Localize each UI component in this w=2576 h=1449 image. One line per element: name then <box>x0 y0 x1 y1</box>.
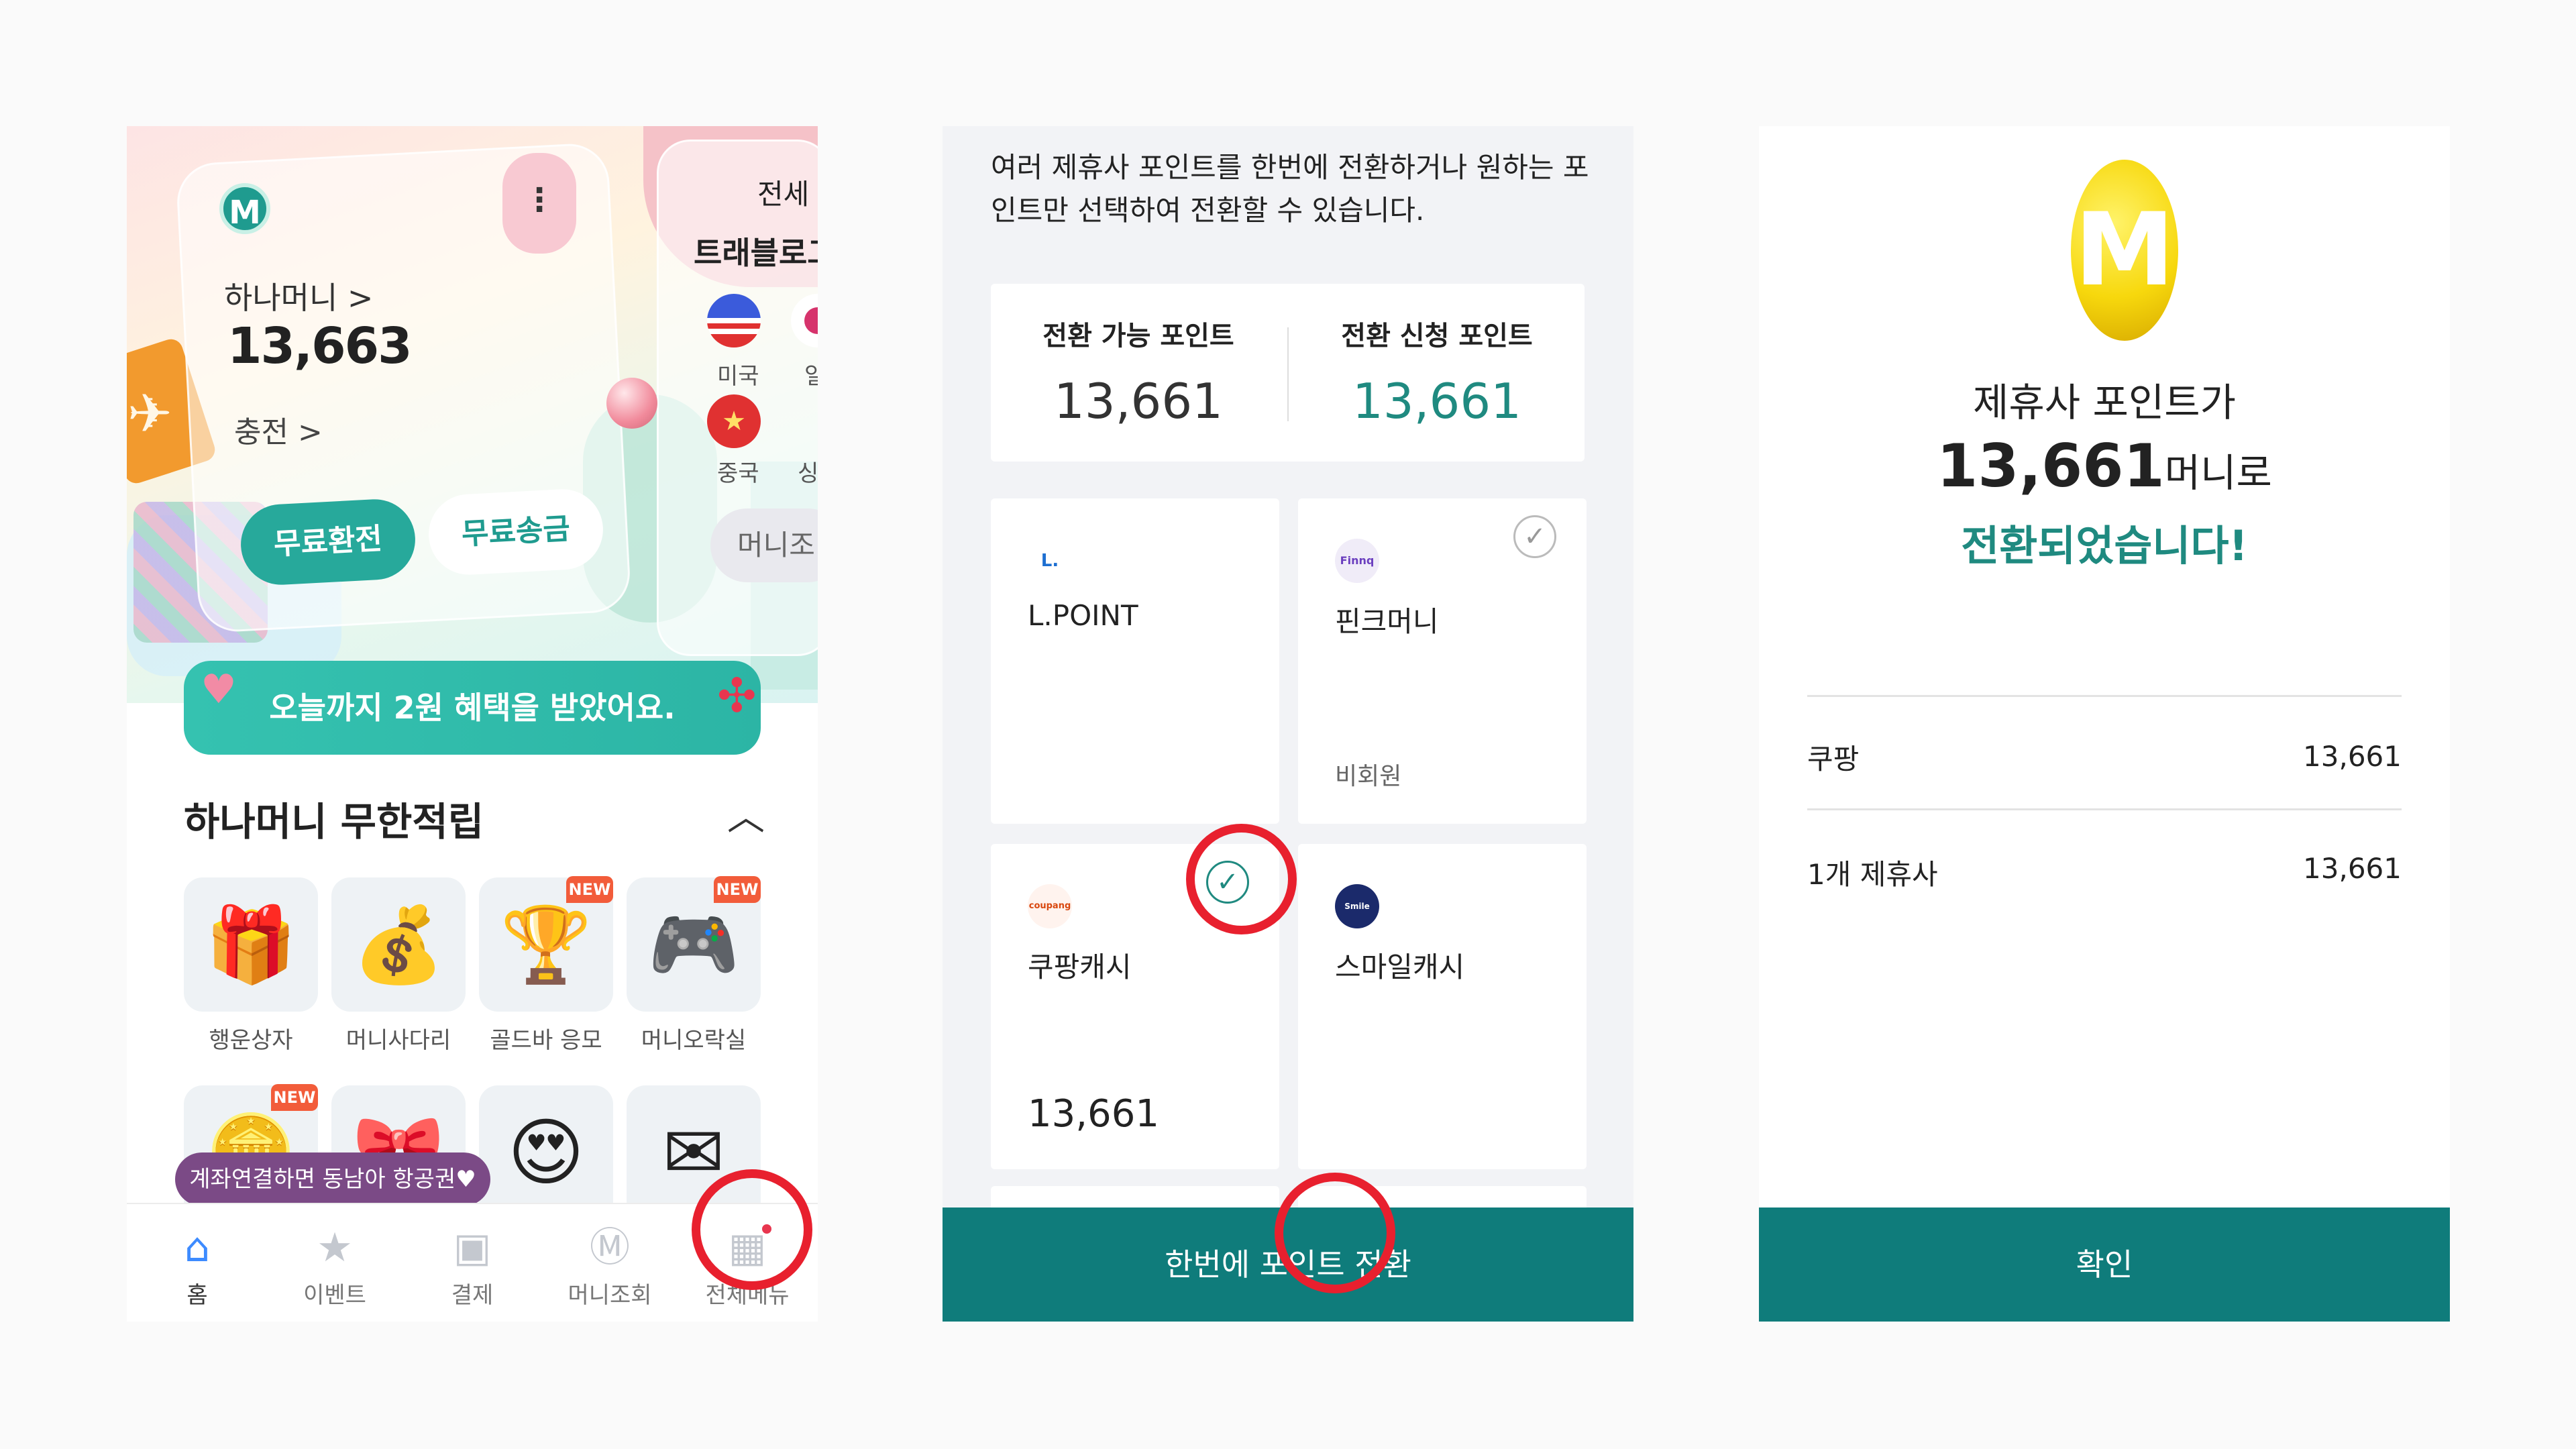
tab-label: 머니조회 <box>568 1282 652 1309</box>
scan-icon: ▣ <box>453 1224 492 1271</box>
divider <box>1807 808 2402 810</box>
free-exchange-button[interactable]: 무료환전 <box>239 497 417 587</box>
row-label: 1개 제휴사 <box>1807 858 1938 891</box>
available-points-label: 전환 가능 포인트 <box>1042 321 1234 352</box>
divider <box>1287 327 1289 421</box>
more-options-icon[interactable]: ⋮ <box>502 153 576 254</box>
complete-message-line3: 전환되었습니다! <box>1961 521 2248 570</box>
chevron-up-icon[interactable]: ︿ <box>727 787 765 841</box>
new-badge: NEW <box>566 876 613 903</box>
tile-label: 머니사다리 <box>345 1027 451 1054</box>
partner-status: 비회원 <box>1335 763 1402 790</box>
heart-icon: ♥ <box>201 666 237 713</box>
divider <box>1807 695 2402 697</box>
tab-home[interactable]: ⌂ 홈 <box>130 1224 264 1309</box>
tab-payment[interactable]: ▣ 결제 <box>405 1224 539 1309</box>
partner-name: 핀크머니 <box>1335 605 1439 638</box>
row-value: 13,661 <box>2303 740 2402 773</box>
requested-points: 전환 신청 포인트 13,661 <box>1289 314 1585 429</box>
smilecash-logo-icon: Smile Cash <box>1335 884 1379 955</box>
partner-card-finnq[interactable]: Finnq ✓ 핀크머니 비회원 <box>1298 498 1587 824</box>
pinwheel-icon: ✣ <box>717 668 757 723</box>
highlight-circle <box>692 1169 812 1290</box>
partner-points: 13,661 <box>1028 1092 1159 1136</box>
point-conversion-screen: 여러 제휴사 포인트를 한번에 전환하거나 원하는 포인트만 선택하여 전환할 … <box>943 126 1633 1322</box>
star-icon: ★ <box>317 1224 353 1271</box>
tile-label: 머니오락실 <box>641 1027 747 1054</box>
side-card-label: 전세 <box>757 178 810 211</box>
money-coin-icon: M <box>2071 160 2178 341</box>
lpoint-logo-icon: L. <box>1028 539 1072 583</box>
available-points: 전환 가능 포인트 13,661 <box>991 314 1286 429</box>
row-value: 13,661 <box>2303 852 2402 885</box>
money-ladder-tile[interactable]: 💰 <box>331 877 466 1012</box>
tab-label: 결제 <box>451 1282 494 1309</box>
tab-label: 이벤트 <box>303 1282 366 1309</box>
china-flag-icon[interactable]: ★ <box>707 394 761 448</box>
us-flag-icon[interactable] <box>707 294 761 347</box>
home-icon: ⌂ <box>184 1224 211 1271</box>
conversion-complete-screen: M 제휴사 포인트가 13,661머니로 전환되었습니다! 쿠팡 13,661 … <box>1759 126 2450 1322</box>
balance-value: 13,663 <box>227 317 413 375</box>
hana-money-home-screen: ✈ M ⋮ 하나머니 > 13,663 충전 > 무료환전 무료송금 전세 트래… <box>127 126 818 1322</box>
partner-name: 스마일캐시 <box>1335 951 1465 983</box>
tab-money-check[interactable]: Ⓜ 머니조회 <box>543 1224 677 1309</box>
country-label: 중국 <box>717 460 759 487</box>
points-summary: 전환 가능 포인트 13,661 전환 신청 포인트 13,661 <box>991 284 1585 462</box>
charge-link[interactable]: 충전 > <box>234 408 323 451</box>
coupang-logo-icon: coupang <box>1028 884 1072 928</box>
requested-points-value: 13,661 <box>1352 373 1521 429</box>
partner-card-lpoint[interactable]: L. L.POINT <box>991 498 1279 824</box>
money-check-pill[interactable]: 머니조 <box>710 508 818 582</box>
available-points-value: 13,661 <box>1054 373 1223 429</box>
tile-label: 행운상자 <box>209 1027 293 1054</box>
requested-points-label: 전환 신청 포인트 <box>1341 321 1533 352</box>
partner-name: L.POINT <box>1028 599 1138 632</box>
conversion-description: 여러 제휴사 포인트를 한번에 전환하거나 원하는 포인트만 선택하여 전환할 … <box>991 151 1589 227</box>
hana-money-logo-icon: M <box>219 183 270 234</box>
partner-name: 쿠팡캐시 <box>1028 951 1132 983</box>
complete-message-line2: 13,661머니로 <box>1759 431 2450 500</box>
partner-card-smilecash[interactable]: Smile Cash 스마일캐시 <box>1298 844 1587 1169</box>
balance-title-link[interactable]: 하나머니 > <box>224 274 373 318</box>
decor-ball <box>606 378 657 429</box>
travel-log-title: 트래블로그 <box>694 235 818 271</box>
section-title: 하나머니 무한적립 <box>184 799 484 845</box>
row-label: 쿠팡 <box>1807 743 1860 775</box>
amount-suffix: 머니로 <box>2164 450 2272 496</box>
country-label: 미국 <box>717 363 759 390</box>
new-badge: NEW <box>271 1084 318 1111</box>
confirm-button[interactable]: 확인 <box>1759 1208 2450 1322</box>
converted-amount: 13,661 <box>1937 431 2165 500</box>
new-badge: NEW <box>714 876 761 903</box>
country-label: 일 <box>804 363 818 390</box>
benefit-banner[interactable]: 오늘까지 2원 혜택을 받았어요. <box>184 661 761 755</box>
tab-label: 홈 <box>186 1282 208 1309</box>
country-label: 싱 <box>798 460 818 487</box>
highlight-circle <box>1186 824 1297 934</box>
free-transfer-button[interactable]: 무료송금 <box>427 487 605 577</box>
money-icon: Ⓜ <box>590 1224 630 1271</box>
check-circle-icon[interactable]: ✓ <box>1513 515 1556 558</box>
tab-event[interactable]: ★ 이벤트 <box>268 1224 402 1309</box>
highlight-circle <box>1275 1173 1395 1293</box>
promo-tooltip[interactable]: 계좌연결하면 동남아 항공권♥ <box>175 1152 490 1220</box>
finnq-logo-icon: Finnq <box>1335 539 1379 583</box>
complete-message-line1: 제휴사 포인트가 <box>1973 380 2236 425</box>
heart-eyes-tile[interactable]: 😍 <box>479 1085 613 1220</box>
lucky-box-tile[interactable]: 🎁 <box>184 877 318 1012</box>
tile-label: 골드바 응모 <box>490 1027 602 1054</box>
